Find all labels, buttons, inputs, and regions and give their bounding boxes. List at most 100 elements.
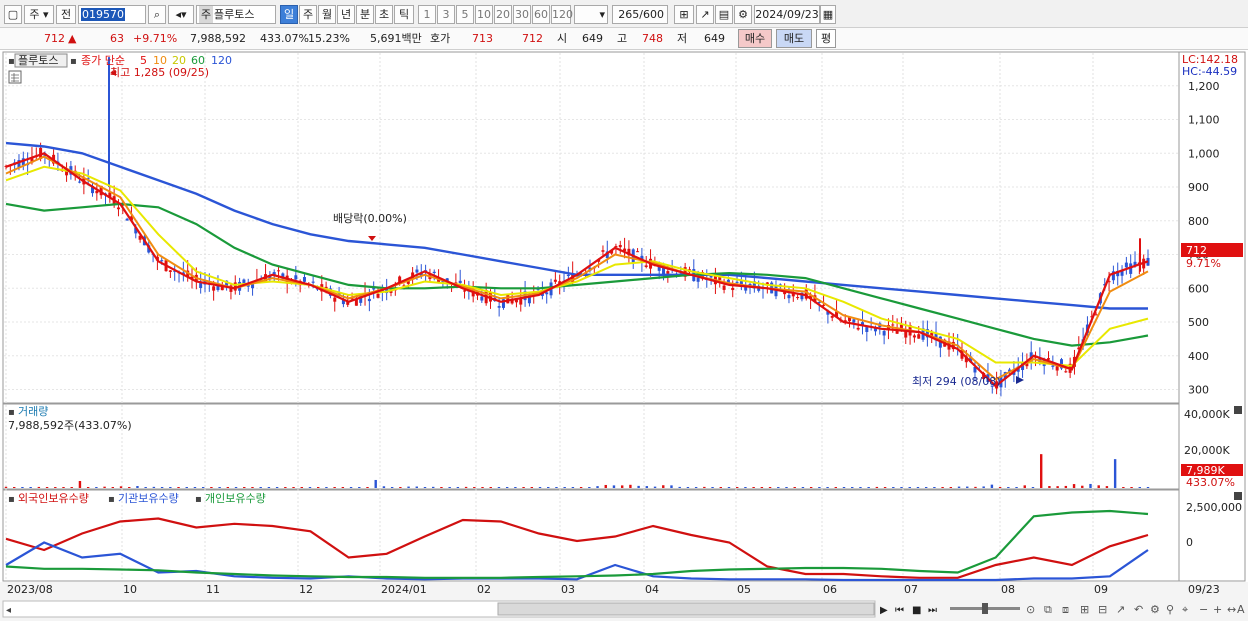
volume-bar (234, 487, 238, 488)
volume-bar (1113, 459, 1117, 488)
calendar-icon[interactable]: ▦ (820, 5, 836, 24)
count-input[interactable]: 265/600 (612, 5, 668, 24)
volume-bar (325, 487, 328, 488)
trend-icon[interactable]: ↗ (1116, 603, 1125, 616)
minute-5[interactable]: 5 (456, 5, 474, 24)
period-tick[interactable]: 틱 (394, 5, 414, 24)
volume-bar (924, 487, 928, 488)
x-axis-label: 03 (561, 583, 575, 596)
stock-chart[interactable]: ▪ 플루토스 ▪ 종가 단순 5 10 20 60 120 최고 1,285 (… (0, 51, 1248, 621)
draw-tool-icon[interactable]: ↗ (696, 5, 714, 24)
volume-bar (859, 487, 862, 488)
volume-bar (908, 487, 911, 488)
indicator-icon[interactable]: ⊟ (1098, 603, 1107, 616)
period-month[interactable]: 월 (318, 5, 336, 24)
minute-10[interactable]: 10 (475, 5, 493, 24)
volume-bar (662, 485, 665, 488)
volume-bar (481, 487, 484, 488)
prev-button[interactable]: 전 (56, 5, 76, 24)
volume-bar (390, 487, 394, 488)
copy-icon[interactable]: ⧉ (1044, 603, 1052, 616)
volume-bar (505, 487, 509, 488)
candle-body (212, 286, 216, 291)
volume-bar (670, 485, 673, 488)
volume-tick-40000k: 40,000K (1184, 408, 1230, 421)
minute-20[interactable]: 20 (494, 5, 512, 24)
stop-icon[interactable]: ■ (912, 605, 921, 616)
candle-body (302, 277, 306, 282)
market-select[interactable]: 주 ▾ (24, 5, 54, 24)
volume-bar (177, 487, 180, 488)
candle-body (432, 271, 436, 273)
gear-icon[interactable]: ⚙ (734, 5, 752, 24)
candle-body (1064, 371, 1068, 373)
period-minute[interactable]: 분 (356, 5, 374, 24)
x-axis-label: 06 (823, 583, 837, 596)
buy-button[interactable]: 매수 (738, 29, 772, 48)
minute-60[interactable]: 60 (532, 5, 550, 24)
period-day[interactable]: 일 (280, 5, 298, 24)
volume-bar (588, 487, 591, 488)
scroll-thumb[interactable] (497, 602, 875, 616)
candle-body (160, 260, 164, 262)
volume-bar (1015, 487, 1018, 488)
x-axis-label: 07 (904, 583, 918, 596)
layout-icon[interactable]: ⧈ (1062, 603, 1069, 616)
volume-bar (144, 487, 147, 488)
drag-icon[interactable]: ⌖ (1182, 603, 1188, 616)
minute-3[interactable]: 3 (437, 5, 455, 24)
volume-bar (990, 484, 994, 488)
plus-icon[interactable]: + (1213, 603, 1222, 616)
minute-30[interactable]: 30 (513, 5, 531, 24)
zoom-icon[interactable]: ⊙ (1026, 603, 1035, 616)
volume-bar (251, 487, 254, 488)
period-year[interactable]: 년 (337, 5, 355, 24)
volume-close-icon[interactable] (1234, 406, 1242, 414)
expand-icon[interactable]: ↔ (1227, 603, 1236, 616)
candle-body (415, 269, 419, 273)
interval-dropdown[interactable]: ▾ (574, 5, 608, 24)
undo-icon[interactable]: ↶ (1134, 603, 1143, 616)
volume-bar (694, 487, 698, 488)
volume-bar (1023, 485, 1026, 488)
volume-bar (777, 487, 780, 488)
search-icon[interactable]: ⌕ (148, 5, 166, 24)
settings-icon[interactable]: ⚙ (1150, 603, 1160, 616)
volume-bar (374, 479, 377, 488)
period-week[interactable]: 주 (299, 5, 317, 24)
volume-bar (497, 487, 501, 488)
period-second[interactable]: 초 (375, 5, 393, 24)
minute-120[interactable]: 120 (551, 5, 573, 24)
forward-icon[interactable]: ⏭ (928, 605, 937, 616)
volume-bar (456, 487, 460, 488)
stock-code-input[interactable]: 019570 (78, 5, 146, 24)
low-value: 649 (704, 32, 725, 45)
search-zoom-icon[interactable]: ⚲ (1166, 603, 1174, 616)
volume-bar (538, 487, 542, 488)
candle-body (822, 304, 826, 306)
minute-1[interactable]: 1 (418, 5, 436, 24)
eval-button[interactable]: 평 (816, 29, 836, 48)
volume-bar (941, 487, 944, 488)
candle-body (463, 290, 467, 292)
chart-menu-icon[interactable]: ▢ (4, 5, 22, 24)
candle-type-icon[interactable]: ⊞ (674, 5, 694, 24)
x-axis-label: 2023/08 (7, 583, 53, 596)
zoom-slider-thumb[interactable] (982, 603, 988, 614)
holdings-bullet-icon: ▪ (8, 494, 15, 505)
sell-button[interactable]: 매도 (776, 29, 812, 48)
date-input[interactable]: 2024/09/23 (754, 5, 820, 24)
grid-icon[interactable]: ⊞ (1080, 603, 1089, 616)
volume-bar (70, 487, 73, 488)
stock-name-field[interactable]: 주 플루토스 (196, 5, 276, 24)
minus-icon[interactable]: − (1199, 603, 1208, 616)
font-icon[interactable]: A (1237, 603, 1245, 616)
holdings-close-icon[interactable] (1234, 492, 1242, 500)
speaker-icon[interactable]: ◂▾ (168, 5, 194, 24)
scroll-left-icon[interactable]: ◂ (6, 605, 11, 616)
save-icon[interactable]: ▤ (715, 5, 733, 24)
rewind-icon[interactable]: ⏮ (895, 605, 904, 616)
volume-bar (596, 486, 599, 488)
scroll-right-icon[interactable]: ▶ (880, 605, 888, 616)
up-arrow-icon: ▲ (68, 32, 77, 45)
